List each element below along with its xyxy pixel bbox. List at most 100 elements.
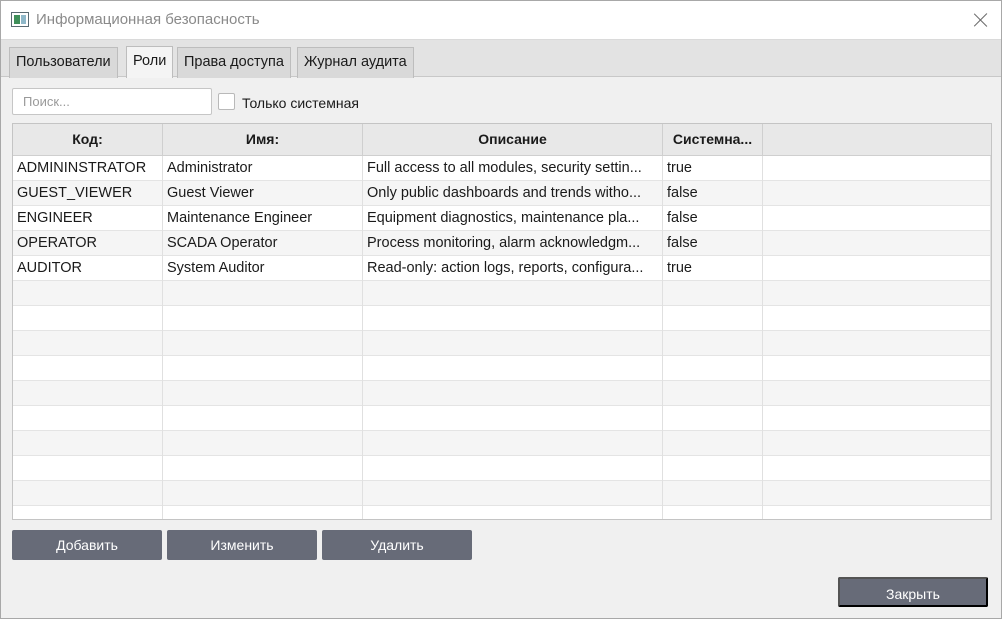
table-cell [363, 356, 663, 381]
table-cell [663, 331, 763, 356]
table-row[interactable] [13, 431, 991, 456]
table-cell [13, 481, 163, 506]
table-cell [663, 306, 763, 331]
table-cell: ENGINEER [13, 206, 163, 231]
app-window-icon [11, 12, 29, 27]
table-cell [363, 481, 663, 506]
search-input[interactable] [12, 88, 212, 115]
table-cell [763, 206, 991, 231]
table-cell [363, 456, 663, 481]
title-bar: Информационная безопасность [1, 1, 1001, 39]
edit-button[interactable]: Изменить [167, 530, 317, 560]
table-cell: GUEST_VIEWER [13, 181, 163, 206]
table-cell [663, 281, 763, 306]
table-row[interactable] [13, 481, 991, 506]
table-cell: true [663, 256, 763, 281]
window-title: Информационная безопасность [36, 11, 260, 28]
column-header-code[interactable]: Код: [13, 124, 163, 155]
column-header-system[interactable]: Системна... [663, 124, 763, 155]
table-cell [663, 431, 763, 456]
table-cell [163, 506, 363, 519]
table-cell [13, 456, 163, 481]
table-cell [763, 456, 991, 481]
table-cell: Guest Viewer [163, 181, 363, 206]
table-cell [163, 481, 363, 506]
table-cell [363, 306, 663, 331]
table-cell: Process monitoring, alarm acknowledgm... [363, 231, 663, 256]
table-cell [363, 506, 663, 519]
table-cell [763, 156, 991, 181]
tab-access-rights[interactable]: Права доступа [177, 47, 291, 78]
table-cell [13, 306, 163, 331]
system-only-label: Только системная [242, 95, 359, 111]
table-cell [13, 281, 163, 306]
table-cell [163, 431, 363, 456]
table-cell: System Auditor [163, 256, 363, 281]
table-cell [163, 381, 363, 406]
table-cell: Administrator [163, 156, 363, 181]
table-row[interactable] [13, 306, 991, 331]
table-row[interactable] [13, 281, 991, 306]
table-cell [363, 406, 663, 431]
column-header-name[interactable]: Имя: [163, 124, 363, 155]
table-cell: false [663, 206, 763, 231]
table-row[interactable]: GUEST_VIEWER Guest Viewer Only public dash… [13, 181, 991, 206]
table-cell [763, 256, 991, 281]
table-row[interactable]: ENGINEER Maintenance Engineer Equipment di… [13, 206, 991, 231]
roles-table: Код: Имя: Описание Системна... ADMININST… [12, 123, 992, 520]
table-cell: ADMININSTRATOR [13, 156, 163, 181]
table-row[interactable]: ADMININSTRATOR Administrator Full access t… [13, 156, 991, 181]
table-cell [763, 381, 991, 406]
table-cell [663, 356, 763, 381]
table-cell [763, 431, 991, 456]
table-row[interactable] [13, 331, 991, 356]
table-row[interactable] [13, 456, 991, 481]
table-row[interactable] [13, 406, 991, 431]
table-cell [763, 481, 991, 506]
table-cell [163, 456, 363, 481]
table-cell [763, 331, 991, 356]
table-cell: Full access to all modules, security set… [363, 156, 663, 181]
security-dialog: Информационная безопасность Пользователи… [0, 0, 1002, 619]
table-cell: false [663, 231, 763, 256]
table-cell [13, 506, 163, 519]
close-icon[interactable] [971, 10, 991, 30]
add-button[interactable]: Добавить [12, 530, 162, 560]
table-cell [13, 381, 163, 406]
table-cell: true [663, 156, 763, 181]
table-header: Код: Имя: Описание Системна... [13, 124, 991, 156]
table-cell [363, 381, 663, 406]
table-cell [13, 431, 163, 456]
table-cell [163, 306, 363, 331]
table-cell [363, 431, 663, 456]
tab-strip: Пользователи Роли Права доступа Журнал а… [1, 39, 1001, 78]
table-row[interactable] [13, 506, 991, 519]
table-cell: SCADA Operator [163, 231, 363, 256]
table-row[interactable] [13, 356, 991, 381]
table-cell [763, 306, 991, 331]
column-header-description[interactable]: Описание [363, 124, 663, 155]
table-cell [163, 281, 363, 306]
table-cell: Equipment diagnostics, maintenance pla..… [363, 206, 663, 231]
table-cell [663, 481, 763, 506]
table-cell [763, 231, 991, 256]
tab-audit-log[interactable]: Журнал аудита [297, 47, 414, 78]
system-only-checkbox[interactable] [218, 93, 235, 110]
table-cell [763, 281, 991, 306]
table-row[interactable]: OPERATOR SCADA Operator Process monitoring… [13, 231, 991, 256]
table-cell [663, 381, 763, 406]
tab-users[interactable]: Пользователи [9, 47, 118, 78]
table-cell [663, 406, 763, 431]
table-cell [13, 356, 163, 381]
table-cell [163, 356, 363, 381]
table-cell [763, 181, 991, 206]
close-button[interactable]: Закрыть [838, 577, 988, 607]
table-row[interactable] [13, 381, 991, 406]
table-row[interactable]: AUDITOR System Auditor Read-only: action l… [13, 256, 991, 281]
tab-roles[interactable]: Роли [126, 46, 174, 78]
delete-button[interactable]: Удалить [322, 530, 472, 560]
table-cell [763, 356, 991, 381]
table-cell [363, 331, 663, 356]
table-cell: false [663, 181, 763, 206]
table-cell [163, 331, 363, 356]
